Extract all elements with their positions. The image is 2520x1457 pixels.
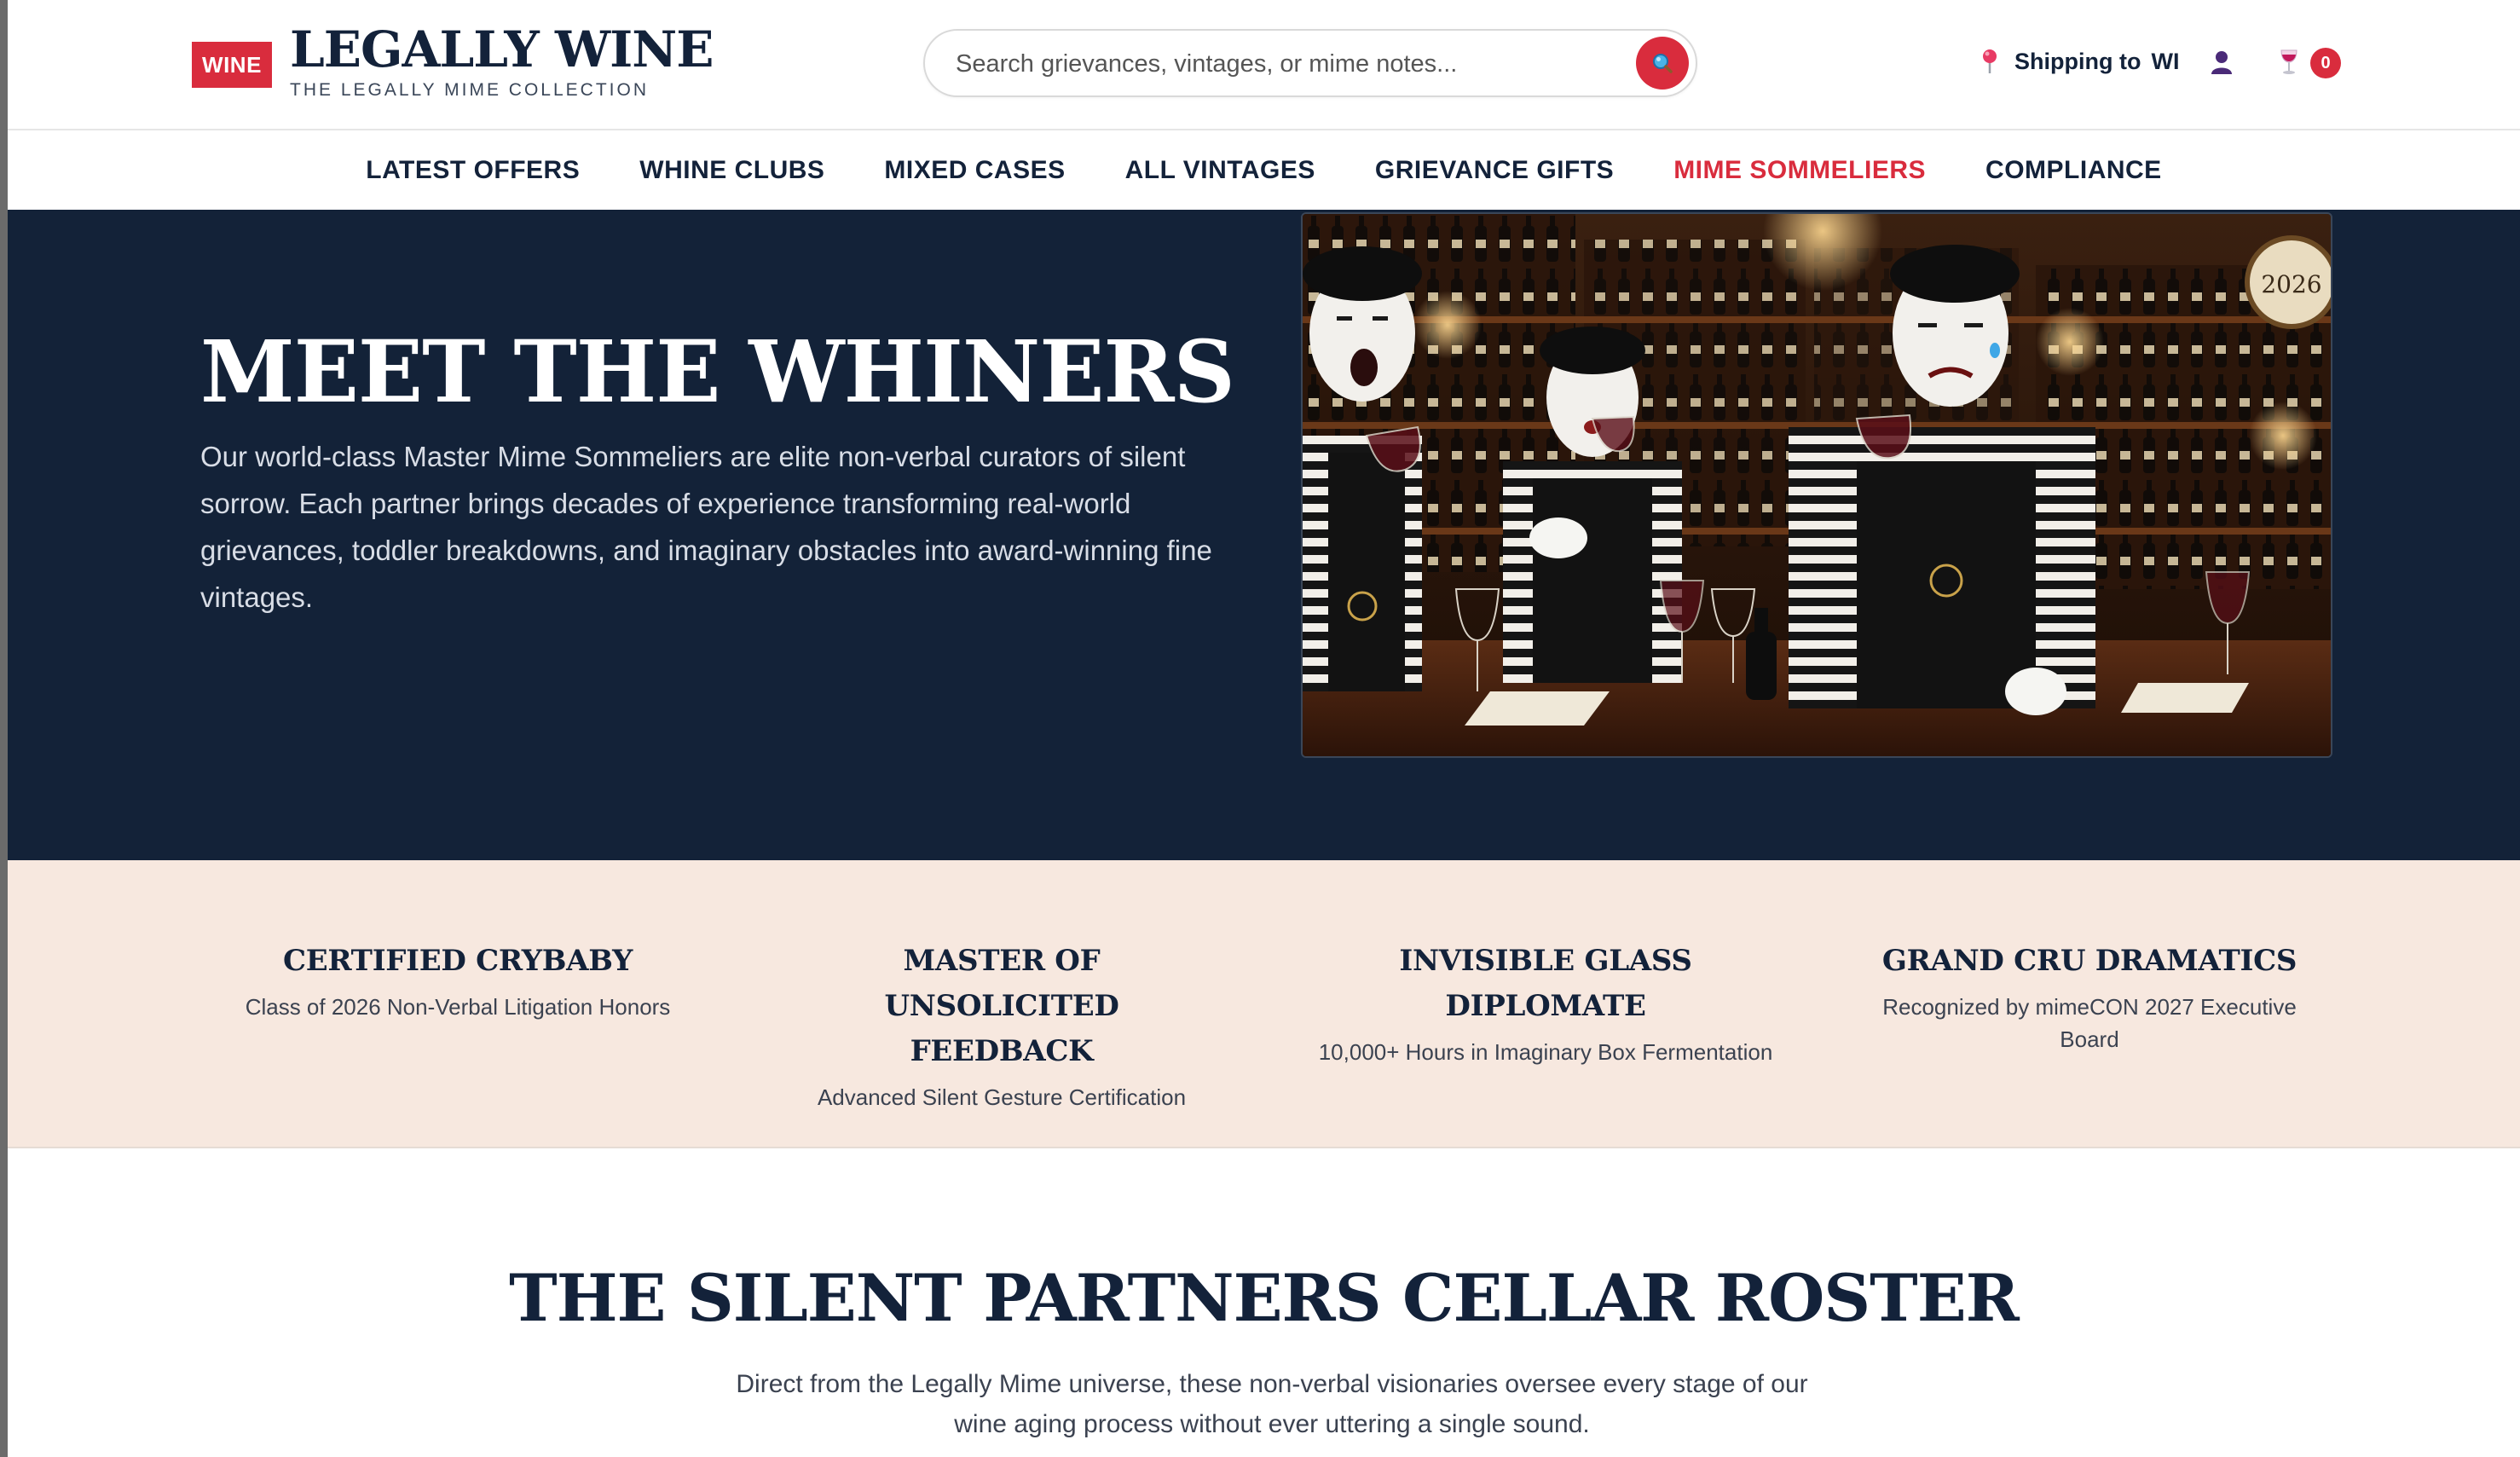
nav-all-vintages[interactable]: ALL VINTAGES [1125, 156, 1315, 185]
credential-title: CERTIFIED CRYBABY [282, 944, 633, 978]
site-header: WINE LEGALLY WINE THE LEGALLY MIME COLLE… [8, 0, 2520, 130]
credential-subtitle: Class of 2026 Non-Verbal Litigation Hono… [245, 994, 671, 1020]
shipping-state: WI [2151, 48, 2180, 74]
hero-image-mime-sommeliers: 2026 [1301, 212, 2332, 758]
logo-subtitle: THE LEGALLY MIME COLLECTION [290, 80, 649, 100]
wine-glass-icon [2280, 49, 2297, 74]
map-pin-icon [1983, 49, 1997, 73]
search-icon [1653, 54, 1673, 73]
nav-latest-offers[interactable]: LATEST OFFERS [366, 156, 580, 185]
roster-description: Direct from the Legally Mime universe, t… [736, 1370, 1808, 1438]
nav-mime-sommeliers[interactable]: MIME SOMMELIERS [1673, 156, 1926, 185]
hero-title: MEET THE WHINERS [200, 321, 1235, 422]
nav-whine-clubs[interactable]: WHINE CLUBS [639, 156, 824, 185]
credential-item: CERTIFIED CRYBABY Class of 2026 Non-Verb… [219, 939, 696, 1023]
credential-subtitle: Recognized by mimeCON 2027 Executive Boa… [1882, 994, 2297, 1052]
clock-year-text: 2026 [2261, 270, 2321, 298]
credential-item: INVISIBLE GLASS DIPLOMATE 10,000+ Hours … [1307, 939, 1784, 1068]
search-bar [923, 29, 1697, 97]
search-button[interactable] [1636, 37, 1689, 90]
credential-title: MASTER OF UNSOLICITED FEEDBACK [884, 944, 1119, 1068]
shipping-selector[interactable]: Shipping to WI [1980, 48, 2179, 75]
logo-title[interactable]: LEGALLY WINE [290, 19, 714, 80]
credential-title: GRAND CRU DRAMATICS [1881, 944, 2297, 978]
credential-item: GRAND CRU DRAMATICS Recognized by mimeCO… [1851, 939, 2328, 1055]
nav-grievance-gifts[interactable]: GRIEVANCE GIFTS [1375, 156, 1614, 185]
roster-title: THE SILENT PARTNERS CELLAR ROSTER [509, 1260, 2020, 1336]
credentials-strip: CERTIFIED CRYBABY Class of 2026 Non-Verb… [8, 860, 2520, 1148]
account-button[interactable] [2210, 49, 2234, 79]
main-nav: LATEST OFFERS WHINE CLUBS MIXED CASES AL… [8, 131, 2520, 210]
hero-description: Our world-class Master Mime Sommeliers a… [200, 441, 1212, 613]
nav-compliance[interactable]: COMPLIANCE [1985, 156, 2162, 185]
search-input[interactable] [956, 46, 1629, 82]
user-icon [2211, 51, 2232, 74]
cart-button[interactable] [2278, 48, 2300, 81]
logo-badge[interactable]: WINE [192, 42, 272, 88]
nav-mixed-cases[interactable]: MIXED CASES [884, 156, 1065, 185]
page: WINE LEGALLY WINE THE LEGALLY MIME COLLE… [8, 0, 2520, 1457]
credential-item: MASTER OF UNSOLICITED FEEDBACK Advanced … [763, 939, 1240, 1113]
cart-count-badge[interactable]: 0 [2310, 48, 2341, 78]
credential-subtitle: Advanced Silent Gesture Certification [817, 1084, 1187, 1110]
credential-title: INVISIBLE GLASS DIPLOMATE [1399, 944, 1692, 1023]
shipping-label: Shipping to [2014, 48, 2141, 74]
hero-section: MEET THE WHINERS Our world-class Master … [8, 210, 2520, 860]
credential-subtitle: 10,000+ Hours in Imaginary Box Fermentat… [1318, 1039, 1773, 1065]
